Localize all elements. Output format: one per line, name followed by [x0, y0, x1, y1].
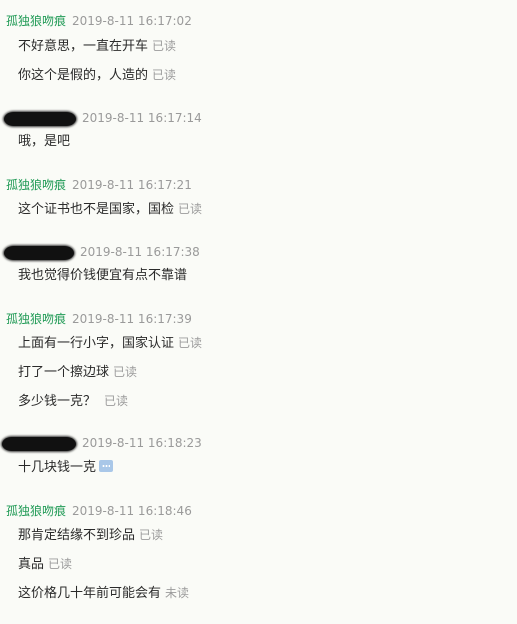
message-text[interactable]: 我也觉得价钱便宜有点不靠谱	[18, 266, 187, 286]
message-header: 孤独狼吻痕 2019-8-11 16:17:02	[6, 11, 192, 31]
redacted-sender-name	[4, 245, 74, 260]
message-content: 哦，是吧	[18, 134, 71, 149]
message-content: 这个证书也不是国家，国检	[18, 202, 175, 217]
timestamp: 2019-8-11 16:17:39	[72, 312, 192, 326]
timestamp: 2019-8-11 16:17:38	[80, 245, 200, 259]
read-status: 已读	[48, 557, 73, 571]
message-text[interactable]: 十几块钱一克	[18, 458, 114, 478]
message-header: 孤独狼吻痕 2019-8-11 16:17:21	[6, 175, 192, 195]
message-content: 多少钱一克？	[18, 394, 97, 409]
message-content: 这价格几十年前可能会有	[18, 586, 162, 601]
read-status: 已读	[113, 365, 138, 379]
message-content: 那肯定结缘不到珍品	[18, 528, 136, 543]
message-header: 2019-8-11 16:18:23	[2, 433, 202, 453]
message-text[interactable]: 这个证书也不是国家，国检 已读	[18, 199, 202, 219]
message-content: 你这个是假的，人造的	[18, 68, 149, 83]
message-content: 我也觉得价钱便宜有点不靠谱	[18, 268, 188, 283]
redacted-sender-name	[2, 436, 76, 451]
timestamp: 2019-8-11 16:18:23	[82, 436, 202, 450]
message-content: 打了一个擦边球	[18, 365, 110, 380]
message-text[interactable]: 哦，是吧	[18, 132, 70, 152]
sender-name[interactable]: 孤独狼吻痕	[6, 312, 66, 326]
sender-name[interactable]: 孤独狼吻痕	[6, 14, 66, 28]
message-text[interactable]: 上面有一行小字，国家认证 已读	[18, 333, 202, 353]
message-text[interactable]: 多少钱一克？ 已读	[18, 391, 128, 411]
message-text[interactable]: 打了一个擦边球 已读	[18, 362, 137, 382]
read-status: 已读	[152, 68, 177, 82]
message-content: 不好意思，一直在开车	[18, 39, 149, 54]
read-status: 已读	[104, 394, 129, 408]
timestamp: 2019-8-11 16:18:46	[72, 504, 192, 518]
message-text[interactable]: 你这个是假的，人造的 已读	[18, 65, 176, 85]
message-text[interactable]: 那肯定结缘不到珍品 已读	[18, 525, 163, 545]
message-text[interactable]: 不好意思，一直在开车 已读	[18, 36, 176, 56]
ellipsis-emoji-icon	[99, 460, 114, 472]
message-header: 孤独狼吻痕 2019-8-11 16:17:39	[6, 309, 192, 329]
message-header: 2019-8-11 16:17:38	[4, 242, 200, 262]
message-header: 孤独狼吻痕 2019-8-11 16:18:46	[6, 501, 192, 521]
read-status: 未读	[165, 586, 190, 600]
message-text[interactable]: 这价格几十年前可能会有 未读	[18, 583, 189, 603]
read-status: 已读	[178, 336, 203, 350]
message-content: 上面有一行小字，国家认证	[18, 336, 175, 351]
message-content: 十几块钱一克	[18, 460, 97, 475]
read-status: 已读	[152, 39, 177, 53]
message-content: 真品	[18, 557, 45, 572]
message-header: 2019-8-11 16:17:14	[4, 108, 202, 128]
timestamp: 2019-8-11 16:17:21	[72, 178, 192, 192]
chat-history: 孤独狼吻痕 2019-8-11 16:17:02 不好意思，一直在开车 已读 你这个…	[0, 0, 517, 624]
message-text[interactable]: 真品 已读	[18, 554, 72, 574]
read-status: 已读	[178, 202, 203, 216]
sender-name[interactable]: 孤独狼吻痕	[6, 178, 66, 192]
timestamp: 2019-8-11 16:17:14	[82, 111, 202, 125]
sender-name[interactable]: 孤独狼吻痕	[6, 504, 66, 518]
read-status: 已读	[139, 528, 164, 542]
timestamp: 2019-8-11 16:17:02	[72, 14, 192, 28]
redacted-sender-name	[4, 111, 76, 126]
